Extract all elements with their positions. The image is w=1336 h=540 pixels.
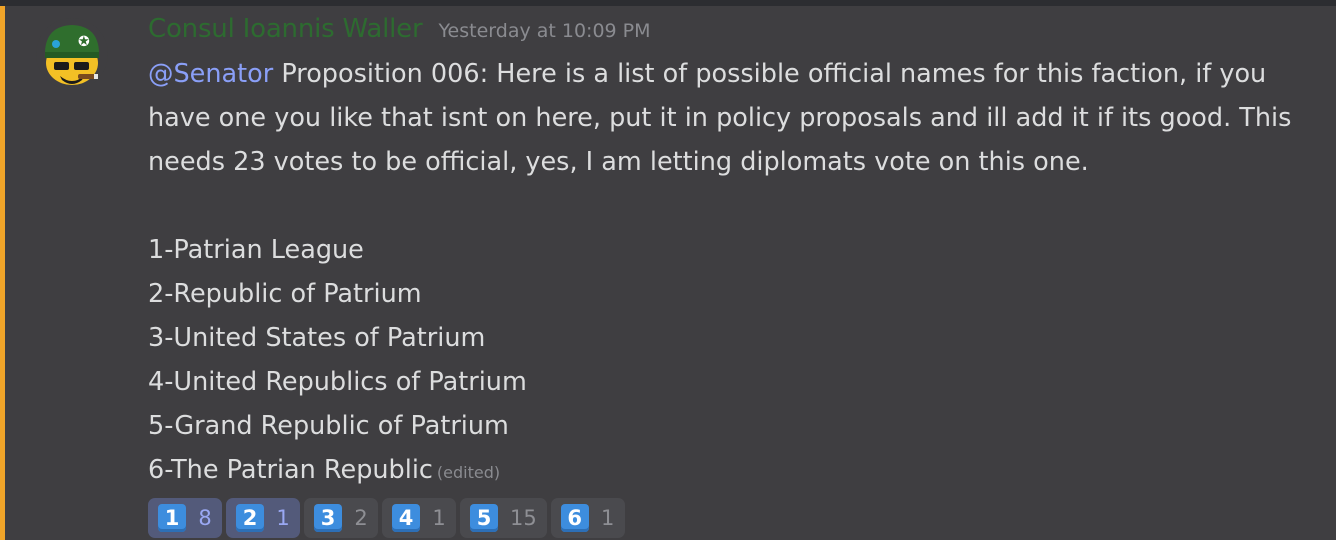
message-body: @Senator Proposition 006: Here is a list… xyxy=(148,52,1318,495)
svg-text:✪: ✪ xyxy=(78,34,90,50)
message-timestamp[interactable]: Yesterday at 10:09 PM xyxy=(438,20,650,42)
edited-label: (edited) xyxy=(436,463,501,482)
reaction-count: 1 xyxy=(432,506,446,530)
keycap-six-icon: 6 xyxy=(560,504,589,532)
option-item: 3-United States of Patrium xyxy=(148,323,486,353)
user-mention[interactable]: @Senator xyxy=(148,59,273,89)
avatar[interactable]: ✪ xyxy=(36,18,108,90)
option-text: 6-The Patrian Republic xyxy=(148,455,433,485)
keycap-three-icon: 3 xyxy=(314,504,342,532)
reaction-five[interactable]: 5 15 xyxy=(460,498,547,538)
option-item: 6-The Patrian Republic (edited) xyxy=(148,448,1318,495)
keycap-two-icon: 2 xyxy=(236,504,264,532)
reaction-one[interactable]: 1 8 xyxy=(148,498,222,538)
keycap-five-icon: 5 xyxy=(470,504,498,532)
reaction-four[interactable]: 4 1 xyxy=(382,498,456,538)
message-content: Consul Ioannis Waller Yesterday at 10:09… xyxy=(148,14,1318,495)
message-pane: ✪ Consul Ioannis Waller Yesterday at 10:… xyxy=(0,0,1336,540)
message-line: have one you like that isnt on here, put… xyxy=(148,103,1292,133)
reaction-count: 1 xyxy=(601,506,615,530)
reaction-count: 8 xyxy=(198,506,212,530)
reaction-count: 1 xyxy=(276,506,290,530)
reaction-three[interactable]: 3 2 xyxy=(304,498,378,538)
message-text: Proposition 006: Here is a list of possi… xyxy=(273,59,1267,89)
option-item: 4-United Republics of Patrium xyxy=(148,367,527,397)
reaction-count: 2 xyxy=(354,506,368,530)
option-item: 2-Republic of Patrium xyxy=(148,279,422,309)
message-header: Consul Ioannis Waller Yesterday at 10:09… xyxy=(148,14,1318,52)
reaction-two[interactable]: 2 1 xyxy=(226,498,300,538)
keycap-four-icon: 4 xyxy=(392,504,420,532)
reaction-six[interactable]: 6 1 xyxy=(550,498,625,538)
reaction-count: 15 xyxy=(510,506,537,530)
option-item: 1-Patrian League xyxy=(148,235,364,265)
message-line: needs 23 votes to be official, yes, I am… xyxy=(148,147,1089,177)
keycap-one-icon: 1 xyxy=(158,504,186,532)
option-item: 5-Grand Republic of Patrium xyxy=(148,411,509,441)
reaction-bar: 1 8 2 1 3 2 4 1 5 15 6 1 xyxy=(148,498,625,538)
message-line: @Senator Proposition 006: Here is a list… xyxy=(148,52,1318,96)
soldier-avatar-icon: ✪ xyxy=(36,18,108,90)
author-name[interactable]: Consul Ioannis Waller xyxy=(148,14,423,44)
mention-highlight-bar xyxy=(0,6,5,540)
top-divider xyxy=(0,0,1336,6)
